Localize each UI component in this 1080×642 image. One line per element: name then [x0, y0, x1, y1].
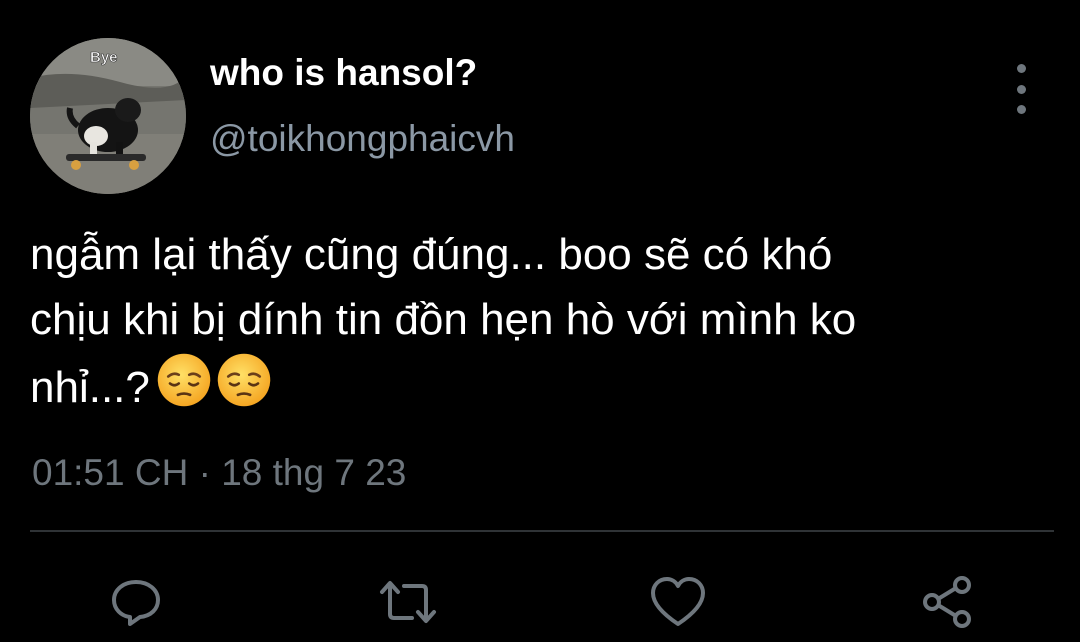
reply-button[interactable] — [106, 572, 166, 632]
tweet-text-line: chịu khi bị dính tin đồn hẹn hò với mình… — [30, 295, 857, 344]
avatar[interactable]: Bye — [30, 38, 186, 194]
avatar-caption: Bye — [90, 49, 118, 66]
pensive-face-icon — [157, 353, 211, 407]
pensive-face-icon — [217, 353, 271, 407]
retweet-icon — [380, 581, 436, 623]
share-button[interactable] — [918, 572, 978, 632]
share-icon — [923, 576, 971, 628]
retweet-button[interactable] — [378, 572, 438, 632]
more-options-button[interactable] — [1004, 64, 1038, 114]
tweet-text-line: ngẫm lại thấy cũng đúng... boo sẽ có khó — [30, 230, 833, 279]
more-dot-icon — [1016, 105, 1026, 114]
tweet-text-line-last: nhỉ...? — [30, 352, 1060, 420]
avatar-image: Bye — [30, 38, 186, 194]
display-name[interactable]: who is hansol? — [210, 52, 477, 94]
divider — [30, 530, 1054, 532]
like-icon — [651, 577, 705, 626]
more-dot-icon — [1016, 84, 1026, 94]
more-dot-icon — [1016, 64, 1026, 73]
tweet-timestamp[interactable]: 01:51 CH · 18 thg 7 23 — [32, 452, 406, 494]
tweet-text: ngẫm lại thấy cũng đúng... boo sẽ có khó… — [30, 222, 1060, 420]
reply-icon — [112, 580, 160, 626]
like-button[interactable] — [648, 572, 708, 632]
user-handle[interactable]: @toikhongphaicvh — [210, 118, 515, 160]
tweet-text-line: nhỉ...? — [30, 363, 150, 412]
